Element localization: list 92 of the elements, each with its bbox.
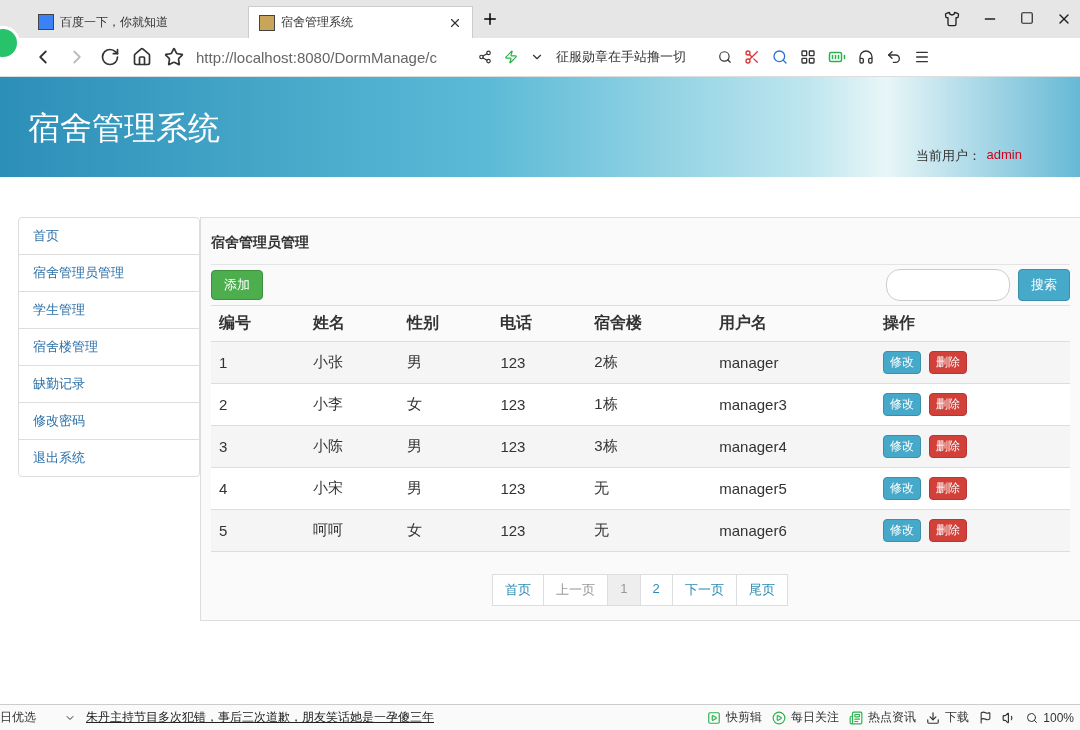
sidebar-item[interactable]: 宿舍管理员管理 — [19, 255, 199, 292]
sidebar-item[interactable]: 缺勤记录 — [19, 366, 199, 403]
maximize-icon[interactable] — [1020, 11, 1034, 25]
scissors-icon[interactable] — [744, 49, 760, 65]
table-cell: manager4 — [711, 425, 875, 468]
table-cell: manager6 — [711, 509, 875, 552]
delete-button[interactable]: 删除 — [928, 351, 967, 374]
table-cell: 1栋 — [586, 383, 712, 426]
status-item[interactable]: 下载 — [945, 709, 970, 726]
download-icon[interactable] — [926, 710, 941, 725]
column-header: 编号 — [211, 305, 305, 342]
page-link[interactable]: 首页 — [492, 574, 545, 606]
sidebar-item[interactable]: 学生管理 — [19, 292, 199, 329]
sidebar-item[interactable]: 首页 — [19, 218, 199, 255]
page-link[interactable]: 2 — [639, 574, 673, 606]
address-field[interactable]: http://localhost:8080/DormManage/c — [196, 48, 466, 66]
search-field[interactable]: 征服勋章在手站撸一切 — [556, 48, 706, 66]
table-cell: manager5 — [711, 467, 875, 510]
table-cell: 小陈 — [304, 425, 399, 468]
favicon-icon — [259, 14, 275, 31]
table-cell: manager — [711, 341, 875, 384]
column-header: 性别 — [398, 305, 493, 342]
apps-icon[interactable] — [800, 49, 816, 65]
new-tab-icon[interactable] — [481, 10, 499, 28]
search-icon[interactable] — [718, 50, 732, 64]
site-title: 宿舍管理系统 — [28, 109, 220, 148]
reload-icon[interactable] — [100, 47, 120, 67]
table-cell: 3 — [211, 425, 305, 468]
zoom-icon[interactable] — [1026, 711, 1039, 724]
table-cell: 女 — [398, 383, 493, 426]
table-cell: 123 — [492, 383, 587, 426]
table-cell: 2栋 — [586, 341, 712, 384]
sidebar-item[interactable]: 宿舍楼管理 — [19, 329, 199, 366]
play-icon[interactable] — [772, 710, 787, 725]
table-cell: 5 — [211, 509, 305, 552]
magnifier-icon[interactable] — [772, 49, 788, 65]
table-cell: 123 — [492, 509, 587, 552]
delete-button[interactable]: 删除 — [928, 519, 967, 542]
home-icon[interactable] — [132, 47, 152, 67]
menu-icon[interactable] — [914, 49, 930, 65]
table-cell: 呵呵 — [304, 509, 399, 552]
page-link[interactable]: 下一页 — [671, 574, 737, 606]
column-header: 操作 — [874, 305, 1070, 342]
news-icon[interactable] — [849, 710, 864, 725]
table-cell: 2 — [211, 383, 305, 426]
table-cell: 小宋 — [304, 467, 399, 510]
table-cell: 无 — [586, 509, 712, 552]
share-icon[interactable] — [478, 50, 492, 64]
panel-title: 宿舍管理员管理 — [211, 218, 1070, 265]
browser-tab[interactable]: 百度一下，你就知道 — [28, 6, 248, 38]
table-cell: 小李 — [304, 383, 399, 426]
zoom-level[interactable]: 100% — [1043, 710, 1074, 725]
status-text[interactable]: 日优选 — [0, 709, 36, 726]
table-cell: 男 — [398, 467, 493, 510]
table-cell: 3栋 — [586, 425, 712, 468]
column-header: 用户名 — [711, 305, 875, 342]
lightning-icon[interactable] — [504, 50, 518, 64]
undo-icon[interactable] — [886, 49, 902, 65]
page-link[interactable]: 尾页 — [735, 574, 788, 606]
favicon-icon — [38, 14, 54, 30]
table-cell: 1 — [211, 341, 305, 384]
status-item[interactable]: 每日关注 — [791, 709, 840, 726]
star-icon[interactable] — [164, 47, 184, 67]
table-cell: 123 — [492, 341, 587, 384]
table-cell: 女 — [398, 509, 493, 552]
column-header: 电话 — [492, 305, 587, 342]
news-link[interactable]: 朱丹主持节目多次犯错，事后三次道歉，朋友笑话她是一孕傻三年 — [86, 709, 434, 726]
column-header: 宿舍楼 — [586, 305, 712, 342]
delete-button[interactable]: 删除 — [928, 477, 967, 500]
table-cell: 小张 — [304, 341, 399, 384]
sidebar-item[interactable]: 退出系统 — [19, 440, 199, 476]
column-header: 姓名 — [304, 305, 399, 342]
table-cell: 男 — [398, 341, 493, 384]
user-label: 当前用户： — [915, 147, 981, 165]
status-item[interactable]: 快剪辑 — [726, 709, 763, 726]
table-cell: 123 — [492, 467, 587, 510]
table-cell: manager3 — [711, 383, 875, 426]
clip-icon[interactable] — [707, 710, 722, 725]
skin-icon[interactable] — [944, 11, 960, 27]
sidebar-item[interactable]: 修改密码 — [19, 403, 199, 440]
headphones-icon[interactable] — [858, 49, 874, 65]
table-cell: 4 — [211, 467, 305, 510]
table-cell: 123 — [492, 425, 587, 468]
user-name: admin — [986, 147, 1022, 164]
status-item[interactable]: 热点资讯 — [868, 709, 917, 726]
delete-button[interactable]: 删除 — [928, 393, 967, 416]
flag-icon[interactable] — [979, 711, 993, 724]
delete-button[interactable]: 删除 — [928, 435, 967, 458]
search-input[interactable] — [886, 269, 1010, 301]
browser-tab[interactable]: 宿舍管理系统 — [248, 6, 473, 38]
table-cell: 男 — [398, 425, 493, 468]
table-cell: 无 — [586, 467, 712, 510]
